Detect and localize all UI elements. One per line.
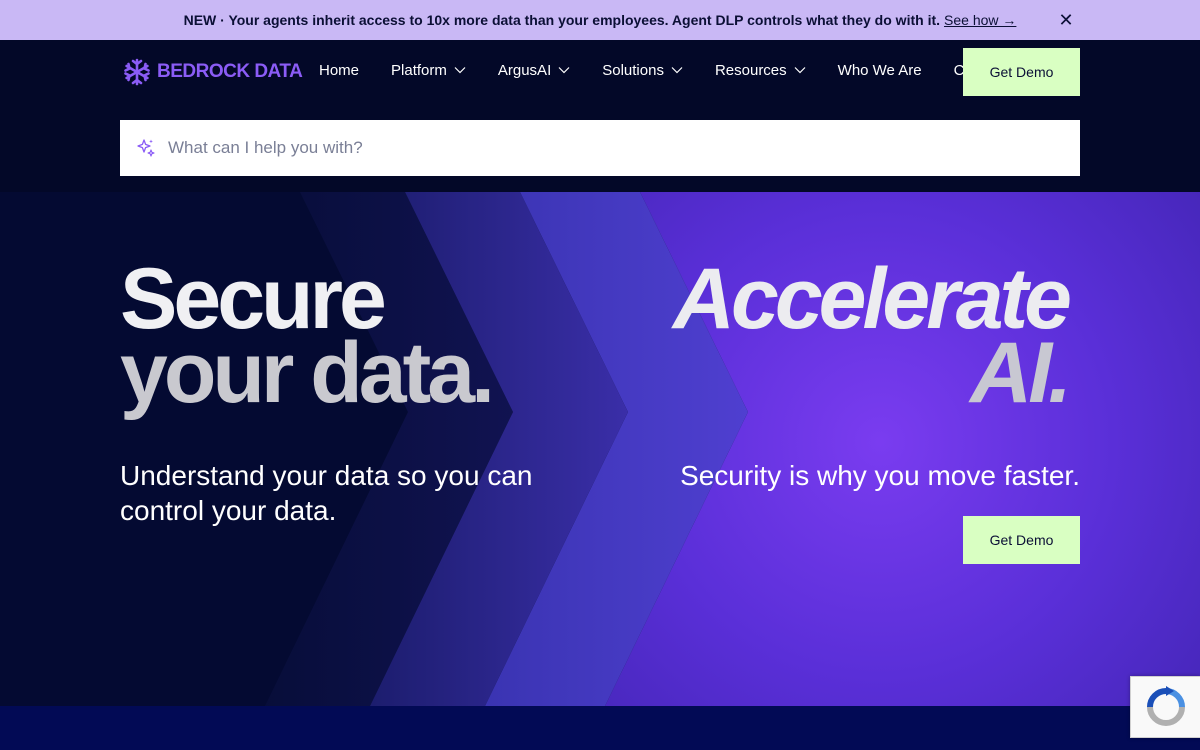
nav-item-who-we-are[interactable]: Who We Are — [838, 62, 922, 79]
see-how-link[interactable]: See how → — [944, 12, 1016, 28]
nav-item-label: Solutions — [602, 61, 664, 79]
announcement-text: NEW · Your agents inherit access to 10x … — [183, 12, 941, 28]
hero-left-subtitle: Understand your data so you can control … — [120, 460, 533, 526]
next-section-band — [0, 706, 1200, 750]
search-section — [0, 104, 1200, 192]
nav-item-label: Careers — [953, 61, 963, 79]
hero-right-line2: AI. — [970, 325, 1072, 421]
logo-text: BEDROCK DATA — [157, 61, 303, 82]
search-input[interactable] — [168, 138, 1028, 158]
hero-section: Secure your data. Accelerate AI. Underst… — [0, 192, 1200, 706]
main-nav: BEDROCK DATA Home Platform ArgusAI Solut… — [0, 40, 1200, 104]
nav-item-careers[interactable]: Careers — [954, 62, 963, 79]
nav-item-label: Resources — [714, 61, 787, 79]
hero-left-line2: your data. — [120, 325, 495, 421]
recaptcha-badge[interactable] — [1130, 676, 1200, 738]
hero-left-headline: Secure your data. — [120, 256, 495, 421]
nav-item-label: Who We Are — [837, 61, 922, 79]
chevron-down-icon — [794, 67, 806, 74]
chevron-down-icon — [671, 67, 683, 74]
chevron-down-icon — [558, 67, 570, 74]
recaptcha-icon — [1146, 686, 1185, 726]
nav-menu: Home Platform ArgusAI Solutions Resource… — [319, 60, 963, 80]
close-icon[interactable]: ✕ — [1056, 10, 1076, 30]
nav-item-argusai[interactable]: ArgusAI — [498, 62, 570, 79]
logo[interactable]: BEDROCK DATA — [122, 56, 303, 88]
chevron-down-icon — [454, 67, 466, 74]
search-bar — [120, 120, 1080, 176]
bedrock-logo-icon — [124, 58, 150, 86]
nav-item-home[interactable]: Home — [319, 62, 359, 79]
nav-item-platform[interactable]: Platform — [391, 62, 466, 79]
nav-item-label: Platform — [391, 61, 447, 79]
nav-item-solutions[interactable]: Solutions — [602, 62, 683, 79]
get-demo-button[interactable]: Get Demo — [963, 48, 1080, 96]
sparkle-icon — [137, 139, 155, 157]
hero-get-demo-button[interactable]: Get Demo — [963, 516, 1080, 564]
hero-right-subtitle: Security is why you move faster. — [680, 460, 1080, 491]
hero-right-headline: Accelerate AI. — [673, 256, 1072, 421]
announcement-bar: NEW · Your agents inherit access to 10x … — [0, 0, 1200, 40]
nav-item-label: ArgusAI — [497, 61, 552, 79]
nav-item-label: Home — [319, 61, 360, 79]
nav-item-resources[interactable]: Resources — [715, 62, 806, 79]
